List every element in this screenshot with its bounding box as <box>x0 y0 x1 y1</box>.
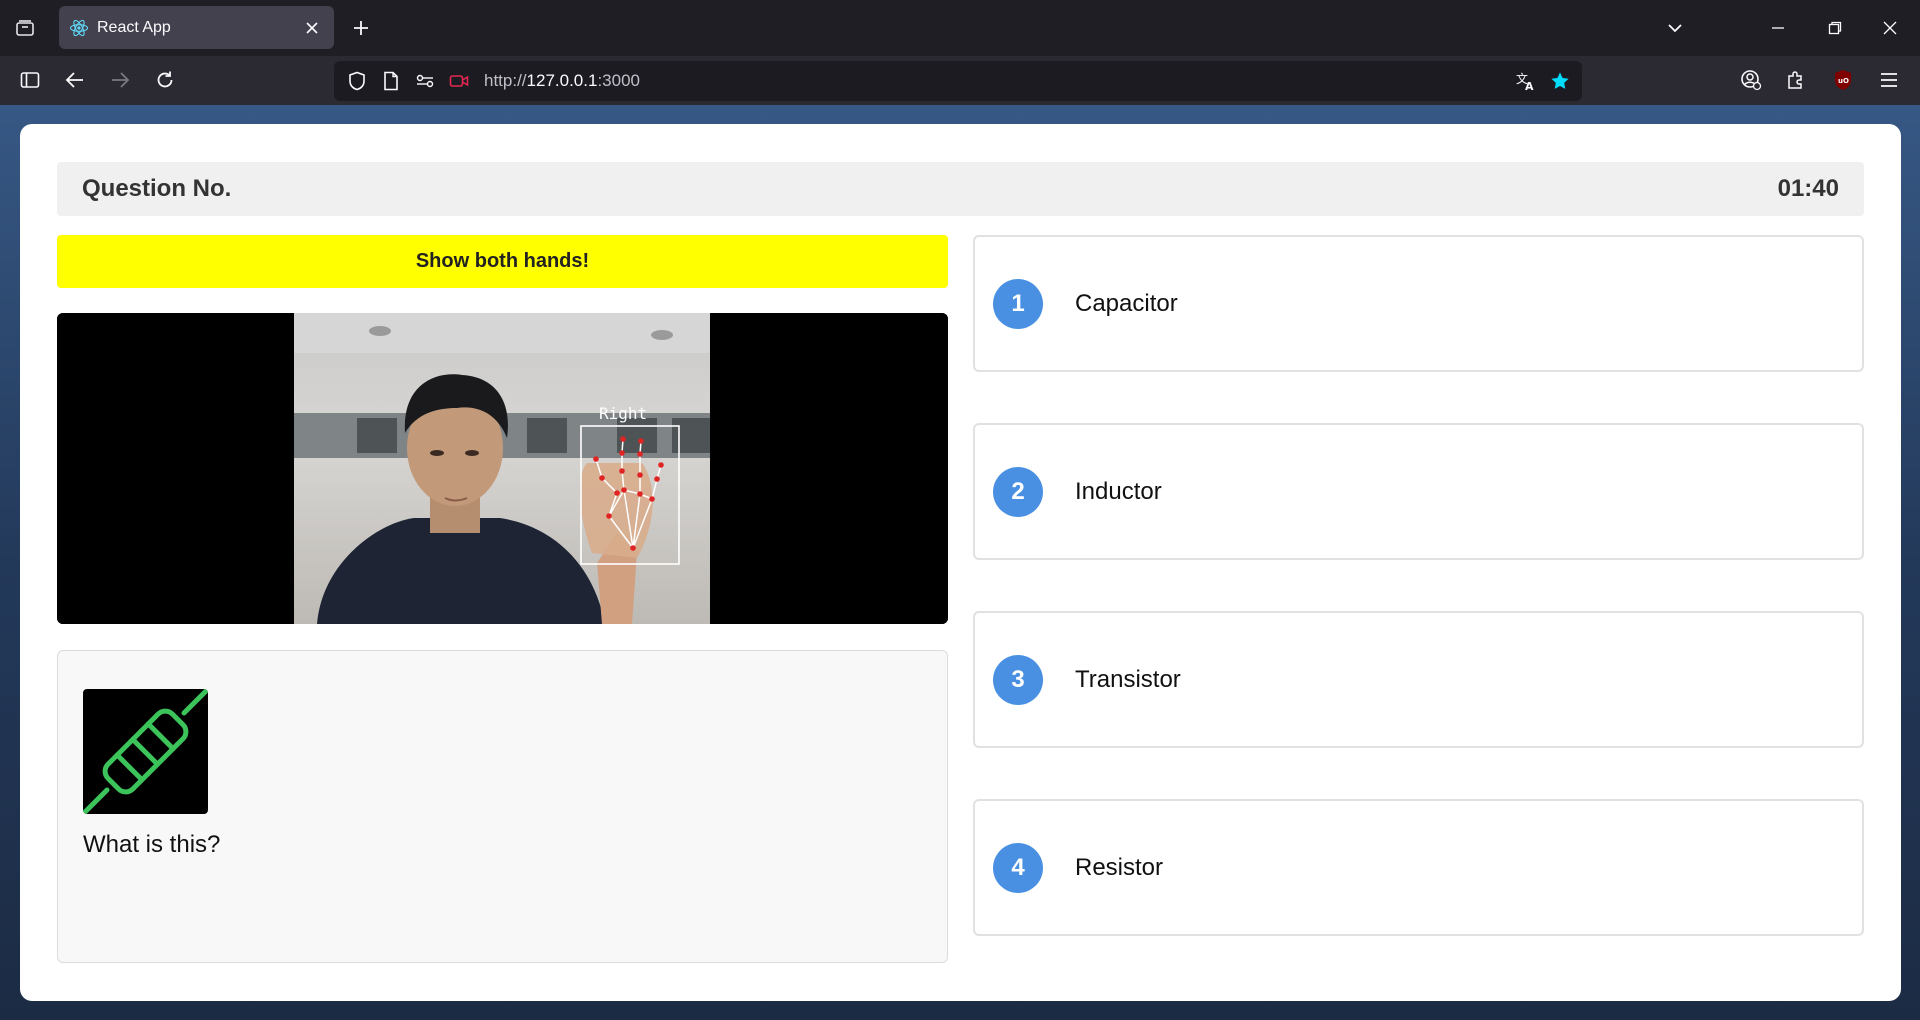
translate-icon[interactable]: 文A <box>1509 61 1543 101</box>
permissions-icon[interactable] <box>408 61 442 101</box>
close-window-icon[interactable] <box>1860 0 1920 56</box>
menu-hamburger-icon[interactable] <box>1869 60 1909 100</box>
option-label: Capacitor <box>1075 289 1178 317</box>
svg-text:uO: uO <box>1838 77 1849 85</box>
ublock-icon[interactable]: uO <box>1823 60 1863 100</box>
react-logo-icon <box>69 18 89 38</box>
countdown-timer: 01:40 <box>1777 175 1839 202</box>
reload-icon[interactable] <box>145 60 185 100</box>
tab-title: React App <box>97 18 171 36</box>
question-number-label: Question No. <box>82 175 232 202</box>
hand-label: Right <box>599 404 647 423</box>
minimize-icon[interactable] <box>1748 0 1808 56</box>
browser-nav-bar: http://127.0.0.1:3000 文A uO <box>0 56 1920 105</box>
answer-option-4[interactable]: 4 Resistor <box>973 799 1864 936</box>
answer-option-3[interactable]: 3 Transistor <box>973 611 1864 748</box>
answer-option-2[interactable]: 2 Inductor <box>973 423 1864 560</box>
option-number-badge: 1 <box>993 278 1043 329</box>
question-card: What is this? <box>57 650 948 963</box>
instruction-banner: Show both hands! <box>57 235 948 288</box>
url-port: :3000 <box>597 71 640 90</box>
quiz-page: Question No. 01:40 Show both hands! Righ… <box>20 124 1901 1001</box>
list-all-tabs-icon[interactable] <box>1645 0 1705 56</box>
url-scheme: http:// <box>484 71 527 90</box>
url-text: http://127.0.0.1:3000 <box>484 71 640 91</box>
answer-option-1[interactable]: 1 Capacitor <box>973 235 1864 372</box>
back-arrow-icon[interactable] <box>55 60 95 100</box>
option-number-badge: 2 <box>993 466 1043 517</box>
webcam-feed: Right <box>57 313 948 624</box>
question-text: What is this? <box>83 831 221 858</box>
shield-icon[interactable] <box>340 61 374 101</box>
tab-list-icon[interactable] <box>0 0 50 56</box>
instruction-text: Show both hands! <box>415 250 590 272</box>
option-number-badge: 4 <box>993 842 1043 893</box>
close-tab-icon[interactable] <box>300 16 324 40</box>
url-host: 127.0.0.1 <box>526 71 598 90</box>
sidebar-toggle-icon[interactable] <box>10 60 50 100</box>
forward-arrow-icon[interactable] <box>100 60 140 100</box>
camera-in-use-icon[interactable] <box>442 61 476 101</box>
camera-scene <box>294 313 710 624</box>
option-label: Inductor <box>1075 477 1162 505</box>
address-bar[interactable]: http://127.0.0.1:3000 文A <box>334 61 1582 101</box>
browser-tab-bar: React App <box>0 0 1920 56</box>
option-label: Transistor <box>1075 665 1181 693</box>
svg-text:A: A <box>1525 80 1534 91</box>
option-number-badge: 3 <box>993 654 1043 705</box>
option-label: Resistor <box>1075 853 1164 881</box>
resistor-icon <box>83 689 208 814</box>
page-info-icon[interactable] <box>374 61 408 101</box>
restore-icon[interactable] <box>1805 0 1865 56</box>
browser-tab[interactable]: React App <box>59 6 334 49</box>
webcam-frame: Right <box>57 313 948 624</box>
bookmark-star-icon[interactable] <box>1543 61 1577 101</box>
new-tab-icon[interactable] <box>342 12 380 44</box>
extensions-icon[interactable] <box>1776 60 1816 100</box>
question-header: Question No. 01:40 <box>57 162 1864 216</box>
account-icon[interactable] <box>1731 60 1771 100</box>
